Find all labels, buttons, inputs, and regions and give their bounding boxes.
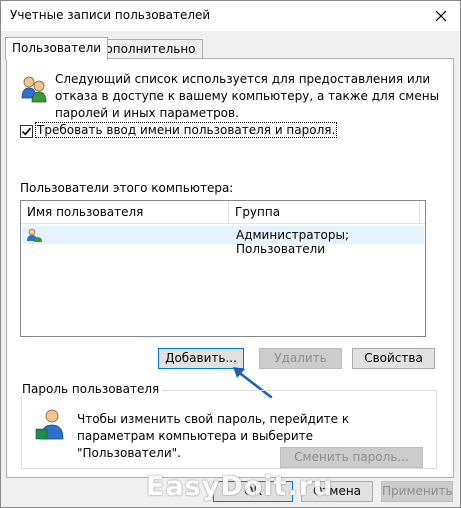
user-password-icon	[35, 409, 64, 440]
password-group-title: Пароль пользователя	[19, 382, 163, 396]
dialog-client: Пользователи Дополнительно Следующий спи…	[1, 31, 460, 507]
close-icon	[435, 10, 447, 22]
user-group-cell: Администраторы; Пользователи	[236, 228, 350, 256]
change-password-button[interactable]: Сменить пароль...	[280, 447, 423, 468]
tab-users[interactable]: Пользователи	[5, 37, 109, 60]
require-login-checkbox[interactable]	[20, 125, 33, 138]
table-row[interactable]: Администраторы; Пользователи	[22, 226, 424, 256]
users-table-header: Имя пользователя Группа	[21, 201, 425, 224]
close-button[interactable]	[428, 3, 454, 29]
checkmark-icon	[21, 127, 32, 136]
user-icon	[27, 228, 42, 242]
require-login-label[interactable]: Требовать ввод имени пользователя и паро…	[35, 122, 338, 138]
cancel-button[interactable]: Отмена	[301, 481, 373, 502]
window-title: Учетные записи пользователей	[10, 8, 211, 22]
users-tab-panel: Следующий список используется для предос…	[6, 58, 454, 478]
title-bar: Учетные записи пользователей	[1, 1, 460, 31]
column-header-username[interactable]: Имя пользователя	[21, 201, 227, 223]
users-listview[interactable]: Имя пользователя Группа Администраторы; …	[20, 200, 426, 337]
users-list-label: Пользователи этого компьютера:	[20, 181, 234, 195]
dialog-window: Учетные записи пользователей Пользовател…	[0, 0, 461, 508]
users-group-icon	[21, 76, 47, 103]
apply-button[interactable]: Применить	[381, 481, 453, 502]
ok-button[interactable]: ОК	[213, 481, 293, 502]
column-separator[interactable]	[419, 201, 420, 223]
users-description: Следующий список используется для предос…	[55, 72, 440, 120]
properties-button[interactable]: Свойства	[352, 348, 435, 369]
column-header-group[interactable]: Группа	[229, 201, 415, 223]
